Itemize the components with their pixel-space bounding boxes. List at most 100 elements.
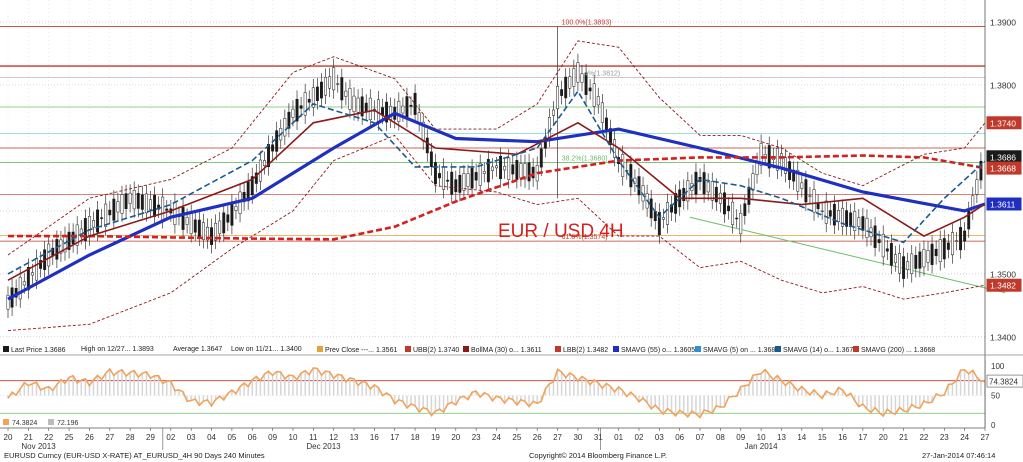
candle-body <box>914 255 918 269</box>
legend-swatch <box>405 346 411 352</box>
rsi-legend-value: 74.3824 <box>12 420 37 427</box>
legend-text: SMAVG (14) o... 1.3679 <box>783 347 858 354</box>
legend-text: Prev Close ---... 1.3561 <box>325 347 398 354</box>
date-tick: 10 <box>757 433 766 442</box>
candle-body <box>731 201 735 225</box>
date-tick: 16 <box>370 433 379 442</box>
date-tick: 30 <box>573 433 582 442</box>
candle-body <box>299 105 303 109</box>
candle-body <box>35 257 38 281</box>
footer-source: EURUSD Curncy (EUR-USD X-RATE) AT_EURUSD… <box>4 451 265 460</box>
date-tick: 22 <box>44 433 53 442</box>
footer-copyright: Copyright© 2014 Bloomberg Finance L.P. <box>529 451 667 460</box>
candle-body <box>315 86 319 101</box>
legend-item: LBB(2) 1.3482 <box>555 346 608 354</box>
candle-body <box>857 217 861 227</box>
legend-item: Last Price 1.3686 <box>3 346 65 354</box>
candle-body <box>865 217 869 238</box>
candle-body <box>893 254 897 264</box>
legend-text: UBB(2) 1.3740 <box>413 347 460 354</box>
candle-body <box>963 230 967 242</box>
candle-body <box>576 62 580 83</box>
candle-body <box>112 198 116 221</box>
candle-body <box>161 196 165 220</box>
candle-body <box>181 207 185 230</box>
rsi-legend-swatch <box>3 419 9 425</box>
candle-body <box>816 202 820 210</box>
candle-body <box>938 239 942 263</box>
legend-text: SMAVG (5) on ... 1.3681 <box>703 347 780 354</box>
date-tick: 16 <box>838 433 847 442</box>
candle-body <box>600 102 604 123</box>
candle-body <box>503 166 507 171</box>
candle-body <box>401 105 405 114</box>
candle-body <box>751 173 755 191</box>
candle-body <box>438 173 441 179</box>
candle-body <box>397 100 401 122</box>
candle-body <box>702 172 706 195</box>
candle-body <box>946 242 950 250</box>
candle-body <box>22 281 26 286</box>
date-tick: 13 <box>777 433 786 442</box>
legend-bar: Last Price 1.3686 High on 12/27... 1.3893… <box>0 343 1023 359</box>
candle-body <box>861 216 865 231</box>
candle-body <box>193 219 197 233</box>
candle-body <box>328 76 332 89</box>
date-tick: 29 <box>146 433 155 442</box>
date-tick: 03 <box>187 433 196 442</box>
legend-swatch <box>317 346 323 352</box>
candle-body <box>955 240 958 242</box>
date-tick: 17 <box>858 433 867 442</box>
candle-body <box>552 109 555 116</box>
candle-body <box>96 209 100 233</box>
candle-body <box>922 249 926 268</box>
price-tag: 1.3900 <box>990 18 1016 28</box>
candle-body <box>55 239 59 260</box>
candle-body <box>747 186 751 205</box>
candle-body <box>727 205 730 212</box>
candle-body <box>824 200 828 224</box>
chart-title: EUR / USD 4H <box>498 221 624 242</box>
date-axis: 20 21 22 25 26 27 28 29 02 03 04 05 06 09 10 11 12 13 16 17… <box>0 427 990 451</box>
candle-body <box>116 201 120 213</box>
candle-body <box>218 220 222 234</box>
candle-body <box>140 194 144 210</box>
candle-body <box>898 252 901 274</box>
footer: EURUSD Curncy (EUR-USD X-RATE) AT_EURUSD… <box>0 450 1023 462</box>
candle-body <box>930 243 934 265</box>
legend-item: UBB(2) 1.3740 <box>405 346 459 354</box>
candle-body <box>283 118 287 137</box>
candle-body <box>433 162 437 185</box>
candle-body <box>714 186 718 203</box>
candle-body <box>210 227 213 245</box>
date-tick: 01 <box>614 433 623 442</box>
candle-body <box>661 217 665 220</box>
candle-body <box>405 96 409 120</box>
candle-body <box>348 88 352 110</box>
date-tick: 27 <box>981 433 990 442</box>
candle-body <box>804 179 808 203</box>
legend-text: High on 12/27... 1.3893 <box>81 346 154 353</box>
candle-body <box>226 214 230 223</box>
candle-body <box>458 174 462 193</box>
candle-body <box>547 117 551 139</box>
candle-body <box>950 232 954 256</box>
fib-label: 100.0%(1.3893) <box>562 19 612 26</box>
candle-body <box>291 108 295 118</box>
candle-body <box>18 276 22 300</box>
legend-item: Average 1.3647 <box>173 346 222 353</box>
date-tick: 23 <box>940 433 949 442</box>
candle-body <box>132 190 136 210</box>
candle-body <box>320 81 323 99</box>
date-tick: 20 <box>879 433 888 442</box>
date-tick: 14 <box>797 433 806 442</box>
candle-body <box>808 195 812 197</box>
candle-body <box>959 227 963 251</box>
date-tick: 12 <box>329 433 338 442</box>
legend-text: LBB(2) 1.3482 <box>563 347 609 354</box>
candle-body <box>30 272 34 276</box>
date-tick: 20 <box>451 433 460 442</box>
date-tick: 27 <box>553 433 562 442</box>
date-tick: 02 <box>635 433 644 442</box>
legend-swatch <box>853 346 859 352</box>
